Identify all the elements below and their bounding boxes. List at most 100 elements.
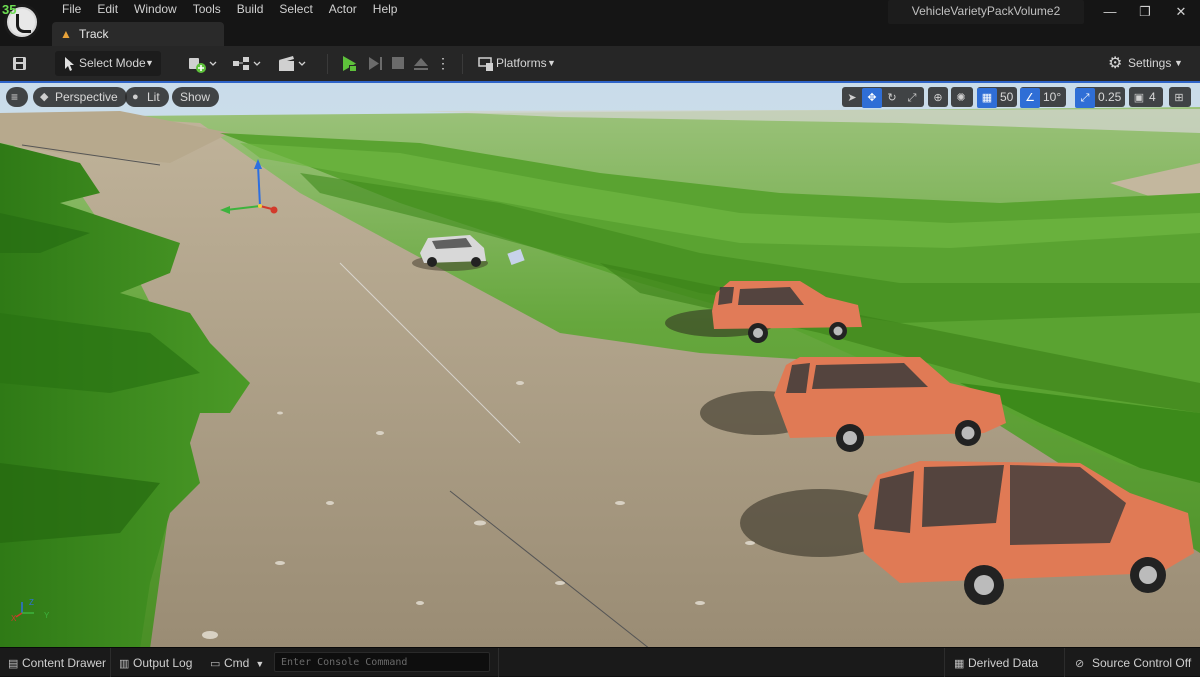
chevron-down-icon: ▼ (1174, 58, 1183, 68)
output-log-icon: ▥ (119, 658, 130, 670)
output-log-button[interactable]: ▥ Output Log (119, 654, 192, 672)
rotation-snap-control[interactable]: ∠ 10° (1020, 87, 1066, 108)
surface-snap-icon: ✺ (956, 92, 966, 104)
add-actor-button[interactable] (184, 51, 218, 76)
statusbar-divider (1064, 648, 1065, 677)
maximize-viewport-button[interactable]: ⊞ (1169, 87, 1191, 107)
rotate-tool-icon[interactable]: ↻ (882, 88, 902, 108)
eject-button[interactable] (410, 51, 432, 76)
scale-snap-icon: ⤢ (1075, 88, 1095, 108)
hamburger-icon: ≡ (11, 90, 19, 104)
angle-icon: ∠ (1020, 88, 1040, 108)
statusbar-divider (498, 648, 499, 677)
status-bar: ▤Content Drawer ▥Output Log ▭Cmd ▼ ▦Deriv… (0, 647, 1200, 677)
main-toolbar: Select Mode ▼ ⋮ Platforms ▼ ⚙ Settings ▼ (0, 46, 1200, 81)
blueprint-icon (233, 57, 261, 70)
statusbar-divider (110, 648, 111, 677)
layout-icon: ⊞ (1174, 92, 1184, 104)
level-icon: ▲ (60, 27, 72, 41)
menu-build[interactable]: Build (229, 2, 272, 18)
cinematics-button[interactable] (276, 51, 310, 76)
camera-speed-control[interactable]: ▣ 4 (1129, 87, 1163, 107)
advance-frame-button[interactable] (364, 51, 386, 76)
toolbar-divider (327, 54, 328, 74)
eject-icon (414, 58, 428, 70)
viewport-menu-button[interactable]: ≡ (6, 87, 28, 107)
stop-button[interactable] (387, 51, 409, 76)
move-tool-icon[interactable]: ✥ (862, 88, 882, 108)
gear-icon: ⚙ (1108, 55, 1123, 72)
close-button[interactable]: ✕ (1164, 2, 1198, 22)
menu-help[interactable]: Help (365, 2, 406, 18)
derived-data-button[interactable]: ▦ Derived Data (954, 654, 1038, 672)
svg-text:Y: Y (44, 611, 50, 620)
show-dropdown[interactable]: Show (172, 87, 220, 107)
coordinate-system-button[interactable]: ⊕ (928, 87, 948, 107)
main-menu: File Edit Window Tools Build Select Acto… (54, 2, 405, 18)
scale-tool-icon[interactable]: ⤢ (902, 88, 922, 108)
cube-icon: ◆ (40, 91, 49, 103)
toolbar-divider (462, 54, 463, 74)
select-mode-dropdown[interactable]: Select Mode ▼ (55, 51, 161, 76)
platforms-label: Platforms (496, 56, 547, 70)
platforms-dropdown[interactable]: Platforms ▼ (474, 51, 560, 76)
cursor-icon (65, 57, 74, 71)
transform-tools: ➤ ✥ ↻ ⤢ (842, 87, 924, 108)
maximize-button[interactable]: ❐ (1128, 2, 1162, 22)
view-mode-dropdown[interactable]: ● Lit (125, 87, 169, 107)
perspective-dropdown[interactable]: ◆ Perspective (33, 87, 127, 107)
play-options-button[interactable]: ⋮ (436, 51, 450, 76)
save-icon (13, 57, 26, 70)
statusbar-divider (944, 648, 945, 677)
title-bar: 35 File Edit Window Tools Build Select A… (0, 0, 1200, 46)
minimize-button[interactable]: — (1093, 2, 1127, 22)
stop-icon (392, 57, 404, 69)
lit-label: Lit (147, 90, 160, 104)
settings-label: Settings (1128, 56, 1172, 70)
source-control-off-icon: ⊘ (1075, 658, 1085, 670)
viewport-scene[interactable]: Z X Y (0, 83, 1200, 647)
lit-sphere-icon: ● (132, 91, 139, 103)
select-mode-label: Select Mode (79, 56, 146, 70)
grid-snap-value: 50 (1000, 90, 1014, 104)
content-drawer-label: Content Drawer (22, 656, 107, 670)
select-tool-icon[interactable]: ➤ (842, 88, 862, 108)
cmd-dropdown[interactable]: ▭ Cmd ▼ (210, 654, 264, 672)
svg-text:Z: Z (29, 598, 34, 607)
chevron-down-icon: ▼ (145, 58, 154, 68)
chevron-down-icon: ▼ (255, 659, 265, 669)
scale-snap-control[interactable]: ⤢ 0.25 (1075, 87, 1125, 108)
content-drawer-button[interactable]: ▤ Content Drawer (8, 654, 106, 672)
save-button[interactable] (8, 51, 32, 76)
blueprints-button[interactable] (230, 51, 264, 76)
show-label: Show (180, 90, 211, 104)
chevron-down-icon: ▼ (547, 58, 556, 68)
skip-icon (369, 57, 382, 70)
settings-dropdown[interactable]: ⚙ Settings ▼ (1106, 51, 1186, 76)
source-control-button[interactable]: ⊘ Source Control Off (1075, 654, 1191, 672)
menu-select[interactable]: Select (271, 2, 320, 18)
rotation-snap-value: 10° (1043, 90, 1062, 104)
add-content-icon (189, 58, 217, 73)
play-icon (343, 56, 357, 72)
tab-track[interactable]: ▲ Track (52, 22, 224, 46)
tab-track-label: Track (79, 27, 109, 41)
terminal-icon: ▭ (210, 658, 221, 670)
more-options-icon: ⋮ (436, 55, 450, 71)
scale-snap-value: 0.25 (1098, 90, 1122, 104)
menu-edit[interactable]: Edit (89, 2, 126, 18)
surface-snap-button[interactable]: ✺ (951, 87, 973, 107)
menu-file[interactable]: File (54, 2, 89, 18)
menu-actor[interactable]: Actor (321, 2, 365, 18)
source-control-label: Source Control Off (1092, 656, 1192, 670)
menu-window[interactable]: Window (126, 2, 185, 18)
console-command-input[interactable] (274, 652, 490, 672)
perspective-label: Perspective (55, 90, 118, 104)
play-button[interactable] (337, 51, 361, 76)
level-viewport[interactable]: Z X Y ≡ ◆ Perspective ● Lit Show ➤ ✥ ↻ ⤢ ⊕ … (0, 81, 1200, 647)
derived-data-label: Derived Data (968, 656, 1039, 670)
menu-tools[interactable]: Tools (185, 2, 229, 18)
grid-snap-control[interactable]: ▦ 50 (977, 87, 1017, 108)
grid-icon: ▦ (977, 88, 997, 108)
svg-text:X: X (11, 614, 17, 623)
